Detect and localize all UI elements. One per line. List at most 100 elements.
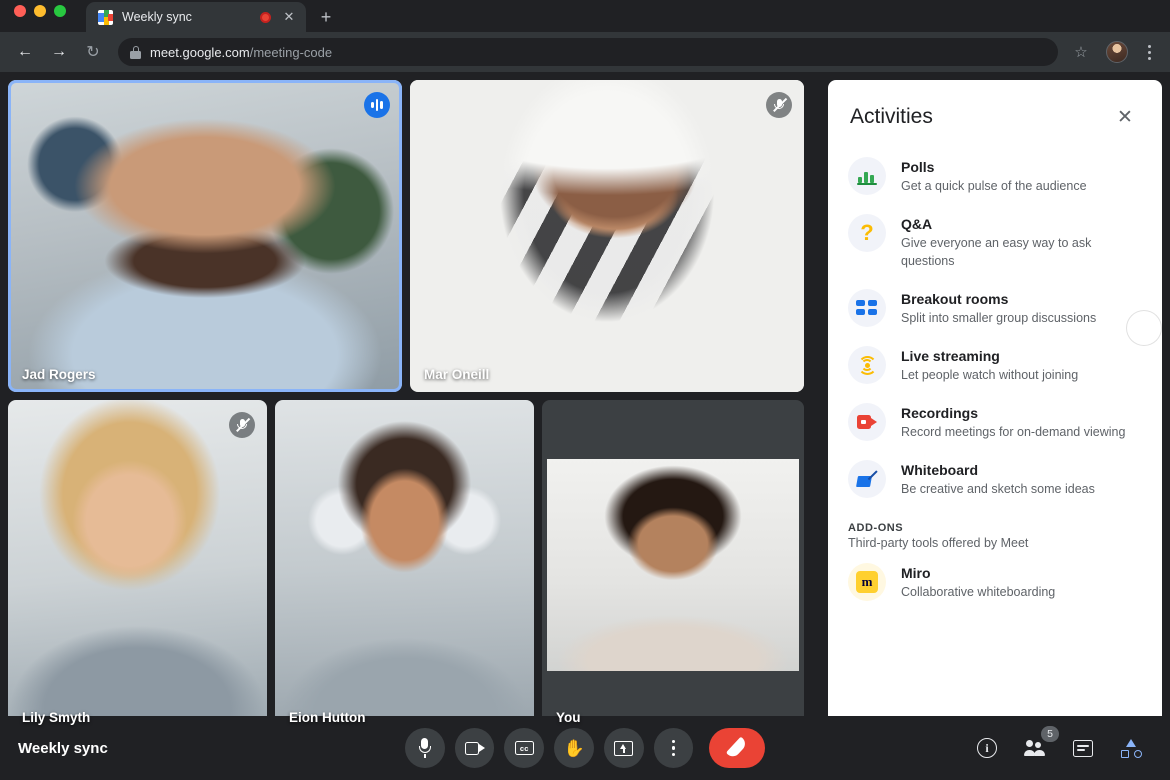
hand-icon: ✋ [563, 738, 585, 758]
participant-tile-mar-oneill[interactable]: Mar Oneill [410, 80, 804, 392]
present-icon [614, 740, 634, 756]
participant-name: Eion Hutton [289, 710, 366, 725]
google-meet-favicon-icon [98, 9, 113, 25]
activity-item-qa[interactable]: ? Q&A Give everyone an easy way to ask q… [848, 205, 1142, 280]
browser-toolbar: ← → ↻ meet.google.com/meeting-code ☆ [0, 32, 1170, 72]
activities-button[interactable] [1118, 735, 1144, 761]
close-window-button[interactable] [14, 5, 26, 17]
video-grid-row-2: Lily Smyth Eion Hutton You [8, 400, 820, 735]
reload-button[interactable]: ↻ [78, 37, 108, 67]
meeting-utility-controls: i 5 [974, 726, 1152, 761]
activity-subtitle: Give everyone an easy way to ask questio… [901, 236, 1092, 268]
activity-title: Q&A [901, 216, 933, 232]
activities-list: Polls Get a quick pulse of the audience … [828, 142, 1162, 611]
mouse-cursor [1126, 310, 1162, 346]
speaking-indicator-icon [364, 92, 390, 118]
browser-titlebar: Weekly sync ✕ + [0, 0, 1170, 32]
minimize-window-button[interactable] [34, 5, 46, 17]
activity-title: Miro [901, 565, 931, 581]
activity-subtitle: Collaborative whiteboarding [901, 585, 1056, 599]
info-icon: i [977, 738, 997, 758]
close-panel-icon[interactable]: ✕ [1110, 102, 1140, 132]
activities-panel: Activities ✕ Polls Get a quick pulse of … [828, 80, 1162, 735]
browser-menu-icon[interactable] [1138, 39, 1160, 65]
participant-tile-you[interactable]: You [542, 400, 804, 735]
close-tab-icon[interactable]: ✕ [280, 8, 298, 26]
recording-dot-icon [260, 11, 271, 23]
mic-muted-icon [766, 92, 792, 118]
activity-title: Recordings [901, 405, 979, 421]
browser-tab[interactable]: Weekly sync ✕ [86, 2, 306, 32]
activity-item-recordings[interactable]: Recordings Record meetings for on-demand… [848, 394, 1142, 451]
mic-muted-icon [229, 412, 255, 438]
cc-glyph: cc [519, 743, 529, 753]
activity-item-whiteboard[interactable]: Whiteboard Be creative and sketch some i… [848, 451, 1142, 508]
leave-call-button[interactable] [709, 728, 766, 768]
self-view-video [547, 459, 799, 671]
participant-name: Mar Oneill [424, 367, 490, 382]
participant-name: You [556, 710, 581, 725]
call-controls: cc ✋ [404, 728, 766, 768]
video-grid: Jad Rogers Mar Oneill Lily Smyth Eion Hu… [8, 80, 820, 735]
video-grid-row-1: Jad Rogers Mar Oneill [8, 80, 820, 392]
present-screen-button[interactable] [603, 728, 644, 768]
forward-button[interactable]: → [44, 37, 74, 67]
participants-count-badge: 5 [1041, 726, 1059, 742]
window-traffic-lights [0, 0, 66, 32]
activity-title: Whiteboard [901, 462, 978, 478]
activity-item-miro[interactable]: m Miro Collaborative whiteboarding [848, 554, 1142, 611]
cc-icon: cc [514, 741, 534, 755]
people-icon [1024, 740, 1046, 756]
bookmark-star-icon[interactable]: ☆ [1068, 39, 1094, 65]
more-vertical-icon [671, 739, 676, 757]
hangup-icon [726, 736, 749, 760]
activity-title: Breakout rooms [901, 291, 1009, 307]
participant-tile-lily-smyth[interactable]: Lily Smyth [8, 400, 267, 735]
lock-icon [130, 45, 141, 59]
raise-hand-button[interactable]: ✋ [554, 728, 594, 768]
camera-icon [464, 741, 485, 755]
participant-tile-jad-rogers[interactable]: Jad Rogers [8, 80, 402, 392]
url-text: meet.google.com/meeting-code [150, 45, 332, 60]
activities-panel-header: Activities ✕ [828, 80, 1162, 142]
activity-item-breakout-rooms[interactable]: Breakout rooms Split into smaller group … [848, 280, 1142, 337]
address-bar[interactable]: meet.google.com/meeting-code [118, 38, 1058, 66]
qa-icon: ? [848, 214, 886, 252]
polls-icon [848, 157, 886, 195]
activity-item-live-streaming[interactable]: Live streaming Let people watch without … [848, 337, 1142, 394]
whiteboard-icon [848, 460, 886, 498]
meeting-details-button[interactable]: i [974, 735, 1000, 761]
participant-name: Jad Rogers [22, 367, 96, 382]
mic-icon [418, 738, 431, 758]
activity-subtitle: Split into smaller group discussions [901, 311, 1097, 325]
camera-button[interactable] [454, 728, 495, 768]
recordings-icon [848, 403, 886, 441]
captions-button[interactable]: cc [504, 728, 545, 768]
live-streaming-icon [848, 346, 886, 384]
participants-button[interactable]: 5 [1022, 726, 1059, 761]
more-options-button[interactable] [653, 728, 694, 768]
url-path: /meeting-code [249, 44, 333, 60]
url-domain: meet.google.com [150, 44, 250, 60]
participant-tile-eion-hutton[interactable]: Eion Hutton [275, 400, 534, 735]
participant-name: Lily Smyth [22, 710, 91, 725]
activity-title: Polls [901, 159, 935, 175]
maximize-window-button[interactable] [54, 5, 66, 17]
panel-title: Activities [850, 105, 933, 128]
new-tab-button[interactable]: + [312, 3, 340, 31]
chat-button[interactable] [1070, 735, 1096, 761]
meet-main: Jad Rogers Mar Oneill Lily Smyth Eion Hu… [0, 72, 1170, 780]
addons-section-label: ADD-ONS [848, 522, 904, 534]
meeting-title: Weekly sync [18, 739, 108, 757]
browser-profile-avatar[interactable] [1106, 41, 1128, 63]
activity-subtitle: Let people watch without joining [901, 368, 1079, 382]
back-button[interactable]: ← [10, 37, 40, 67]
microphone-button[interactable] [404, 728, 445, 768]
activity-item-polls[interactable]: Polls Get a quick pulse of the audience [848, 148, 1142, 205]
tab-title: Weekly sync [122, 10, 192, 24]
addons-section-subtitle: Third-party tools offered by Meet [848, 536, 1029, 550]
meeting-bottom-bar: Weekly sync cc ✋ i 5 [0, 716, 1170, 780]
miro-glyph: m [861, 574, 873, 589]
activity-title: Live streaming [901, 348, 1000, 364]
activity-subtitle: Record meetings for on-demand viewing [901, 425, 1126, 439]
